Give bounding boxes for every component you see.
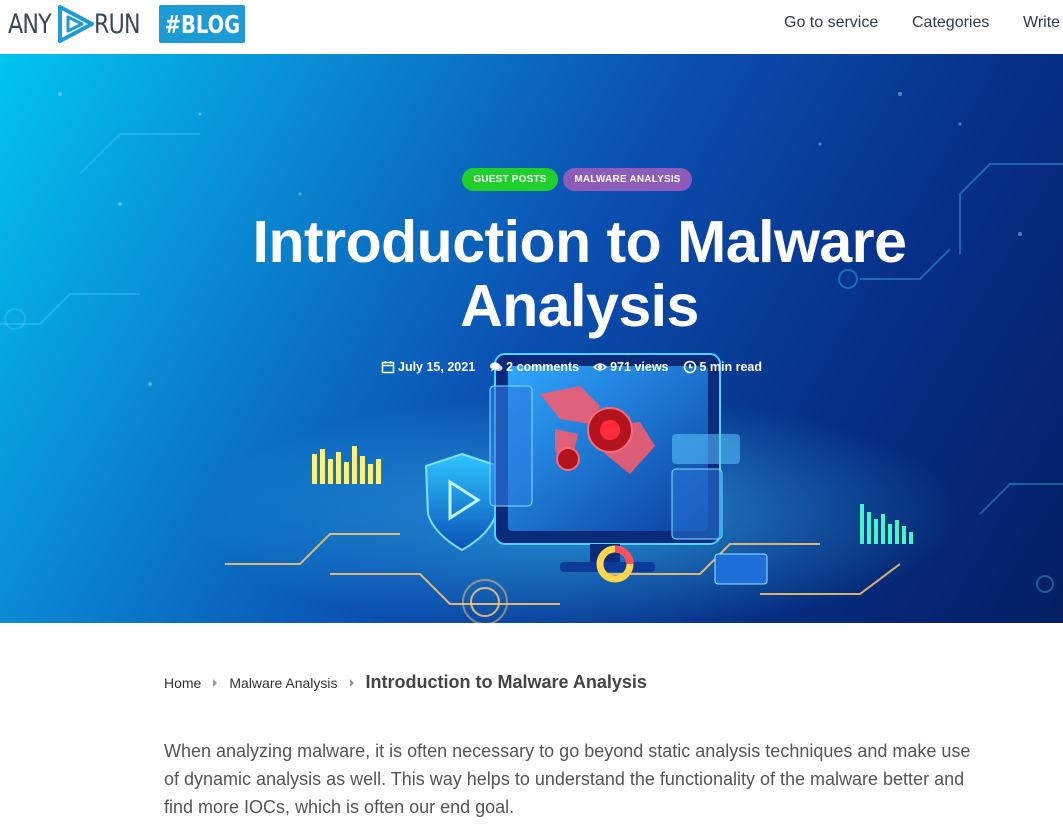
hero-banner: GUEST POSTS MALWARE ANALYSIS Introductio… — [0, 54, 1063, 623]
breadcrumb-category[interactable]: Malware Analysis — [229, 675, 337, 691]
post-tags: GUEST POSTS MALWARE ANALYSIS — [462, 168, 692, 191]
tag-malware-analysis[interactable]: MALWARE ANALYSIS — [563, 168, 692, 191]
nav-write[interactable]: Write — [1023, 14, 1060, 32]
blog-badge[interactable]: #BLOG — [159, 5, 245, 43]
post-views: 971 views — [593, 360, 669, 374]
anyrun-logo[interactable]: ANY RUN — [8, 4, 146, 44]
article-intro-paragraph: When analyzing malware, it is often nece… — [164, 741, 971, 817]
post-views-text: 971 views — [610, 360, 669, 374]
clock-icon — [683, 360, 696, 374]
post-date-text: July 15, 2021 — [398, 360, 476, 374]
logo-text-run: RUN — [94, 8, 141, 40]
post-meta: July 15, 2021 2 comments 971 views 5 min… — [381, 360, 776, 374]
post-comments-link[interactable]: 2 comments — [489, 360, 579, 374]
breadcrumb: Home Malware Analysis Introduction to Ma… — [164, 672, 647, 693]
breadcrumb-separator-icon — [213, 678, 218, 687]
post-date: July 15, 2021 — [381, 360, 475, 374]
tag-guest-posts[interactable]: GUEST POSTS — [462, 168, 558, 191]
post-read-time-text: 5 min read — [699, 360, 763, 374]
nav-go-to-service[interactable]: Go to service — [784, 14, 878, 32]
post-comments-text: 2 comments — [506, 360, 580, 374]
nav-categories[interactable]: Categories — [912, 14, 989, 32]
eye-icon — [593, 363, 608, 371]
breadcrumb-current: Introduction to Malware Analysis — [365, 672, 647, 692]
post-read-time: 5 min read — [683, 360, 763, 374]
post-title-line-1: Introduction to Malware — [252, 209, 907, 275]
play-triangle-icon — [58, 5, 94, 43]
calendar-icon — [381, 361, 395, 374]
post-title-line-2: Analysis — [460, 273, 699, 339]
logo-text-any: ANY — [8, 8, 52, 40]
site-header: ANY RUN #BLOG Go to service Categories W… — [0, 0, 1063, 54]
post-title: Introduction to Malware Analysis — [0, 210, 1063, 338]
comment-bubble-icon — [490, 362, 503, 372]
blog-badge-label: #BLOG — [164, 9, 240, 39]
breadcrumb-home[interactable]: Home — [164, 675, 201, 691]
breadcrumb-separator-icon — [349, 678, 354, 687]
